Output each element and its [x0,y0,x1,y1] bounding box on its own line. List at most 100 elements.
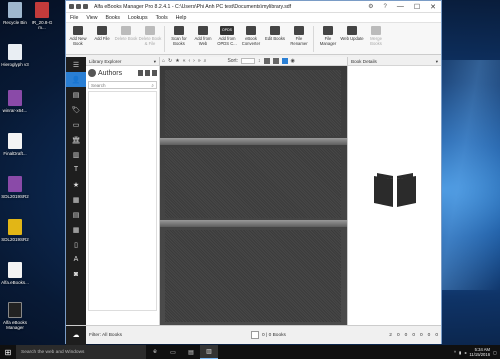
bookshelf [160,66,347,325]
cloud-icon[interactable]: ☁ [66,325,86,345]
list-view-icon[interactable] [263,58,270,64]
sort-icon[interactable] [145,70,150,76]
edge-icon[interactable]: e [146,345,164,359]
edit-books-button[interactable]: Edit Books [263,26,287,42]
web-update-icon [347,26,357,35]
delete-book-button[interactable]: Delete Book [114,26,138,42]
navigation-sidebar: ☰ 👤 ▤ 🏷 ▭ 🏛 ▥ T ★ ▦ ▤ ▦ ▯ A ◙ [66,57,86,325]
more-icon[interactable] [152,70,157,76]
desktop-icon-hieroglyph[interactable]: Hieroglyph v3 [1,44,29,67]
search-icon: ⌕ [151,83,154,88]
close-button[interactable]: ✕ [430,3,436,11]
font-nav-icon[interactable]: T [66,162,86,177]
taskbar-search[interactable]: Search the web and Windows [16,345,146,359]
zoom-icon[interactable]: ⌕ [204,58,207,64]
series-nav-icon[interactable]: ▤ [66,87,86,102]
filter-status: Filter: All Books [89,332,123,338]
menu-help[interactable]: Help [176,15,187,21]
add-from-opds-button[interactable]: OPDS Add from OPDS C... [215,26,239,47]
minimize-button[interactable]: — [397,3,404,11]
tray-up-icon[interactable]: ^ [454,350,456,355]
clock[interactable]: 5:34 AM 11/15/2016 [469,347,490,357]
add-new-book-button[interactable]: Add New Book [66,26,90,47]
authors-list[interactable] [88,91,157,311]
select-all-checkbox[interactable] [251,331,259,339]
publisher-nav-icon[interactable]: 🏛 [66,132,86,147]
desktop-icon-sdl-folder[interactable]: SDL2019SR2 [1,219,29,242]
star-nav-icon[interactable]: ★ [66,177,86,192]
app-icon[interactable] [69,4,74,9]
home-icon[interactable]: ⌂ [162,58,165,64]
grid-nav-icon[interactable]: ▦ [66,222,86,237]
desktop-icon-alfa-ebooks[interactable]: Alfa eBooks Manager [1,302,29,330]
desktop-icon-archive[interactable]: IR_20.8-Gm... [28,2,56,30]
ribbon-separator [164,26,165,52]
notification-icon[interactable]: ▢ [493,350,497,355]
bookshelf-view-icon[interactable] [281,58,288,64]
forward-icon[interactable]: » [198,58,201,64]
authors-nav-icon[interactable]: 👤 [66,72,86,87]
menu-file[interactable]: File [70,15,78,21]
add-from-web-button[interactable]: Add from Web [191,26,215,47]
file-explorer-icon[interactable]: ▭ [164,345,182,359]
filter-icon[interactable] [138,70,143,76]
translate-nav-icon[interactable]: A [66,252,86,267]
window-title: Alfa eBooks Manager Pro 8.2.4.1 - C:\Use… [94,3,292,10]
back-icon[interactable]: « [183,58,186,64]
web-update-button[interactable]: Web Update [340,26,364,42]
prev-icon[interactable]: ‹ [189,58,191,64]
system-tray: ^ ▮ ◂ 5:34 AM 11/15/2016 ▢ [454,347,500,357]
file-renamer-button[interactable]: File Renamer [287,26,311,47]
sort-select[interactable] [241,58,255,64]
network-icon[interactable]: ▮ [459,350,461,355]
book-nav-icon[interactable]: ▥ [66,147,86,162]
menu-lookups[interactable]: Lookups [128,15,148,21]
book-details-panel: Book Details ▾ [347,57,441,325]
details-view-icon[interactable] [272,58,279,64]
ebook-converter-button[interactable]: eBook Converter [239,26,263,47]
title-bar: Alfa eBooks Manager Pro 8.2.4.1 - C:\Use… [66,1,441,13]
add-file-button[interactable]: Add File [90,26,114,42]
settings-icon[interactable]: ⚙ [368,3,373,10]
help-icon[interactable]: ? [384,4,387,10]
file-manager-button[interactable]: File Manager [316,26,340,47]
merge-books-button[interactable]: Merge Books [364,26,388,47]
calendar-nav-icon[interactable]: ▦ [66,192,86,207]
desktop-icon-alfa-doc[interactable]: Alfa.eBooks... [1,262,29,285]
maximize-button[interactable]: ☐ [414,3,420,11]
menu-view[interactable]: View [86,15,97,21]
sort-direction-icon[interactable]: ↕ [258,58,261,64]
scan-for-books-button[interactable]: Scan for Books [167,26,191,47]
file-nav-icon[interactable]: ▯ [66,237,86,252]
preview-icon[interactable]: ◉ [291,58,295,64]
taskbar: ⊞ Search the web and Windows e ▭ ▤ ▥ ^ ▮… [0,345,500,359]
tags-nav-icon[interactable]: 🏷 [66,102,86,117]
desktop-icon-recycle-bin[interactable]: Recycle Bin [1,2,29,25]
alfa-ebooks-taskbar-icon[interactable]: ▥ [200,345,218,359]
store-icon[interactable]: ▤ [182,345,200,359]
favorite-icon[interactable]: ★ [175,58,179,64]
pin-icon[interactable]: ▾ [154,59,156,64]
app-window: Alfa eBooks Manager Pro 8.2.4.1 - C:\Use… [65,0,442,345]
display-nav-icon[interactable]: ▭ [66,117,86,132]
delete-book-file-button[interactable]: Delete Book & File [138,26,162,47]
author-search-input[interactable]: Search ⌕ [88,81,157,89]
refresh-icon[interactable]: ↻ [168,58,172,64]
camera-nav-icon[interactable]: ◙ [66,267,86,282]
menu-tools[interactable]: Tools [156,15,168,21]
next-icon[interactable]: › [193,58,195,64]
start-button[interactable]: ⊞ [0,345,16,359]
pin-icon[interactable]: ▾ [436,59,438,64]
desktop-icon-sdl-archive[interactable]: SDL2019SR2 [1,176,29,199]
winrar-icon [8,90,22,106]
undo-icon[interactable] [76,4,81,9]
dropdown-icon[interactable] [83,4,88,9]
desktop-icon-winrar[interactable]: winrar-x64... [1,90,29,113]
menu-books[interactable]: Books [106,15,120,21]
volume-icon[interactable]: ◂ [464,350,466,355]
collection-nav-icon[interactable]: ▤ [66,207,86,222]
book-count: 0 | 0 Books [251,331,286,339]
menu-icon[interactable]: ☰ [66,57,86,72]
convert-icon [246,26,256,35]
desktop-icon-finaldraft[interactable]: FinalDraft... [1,133,29,156]
